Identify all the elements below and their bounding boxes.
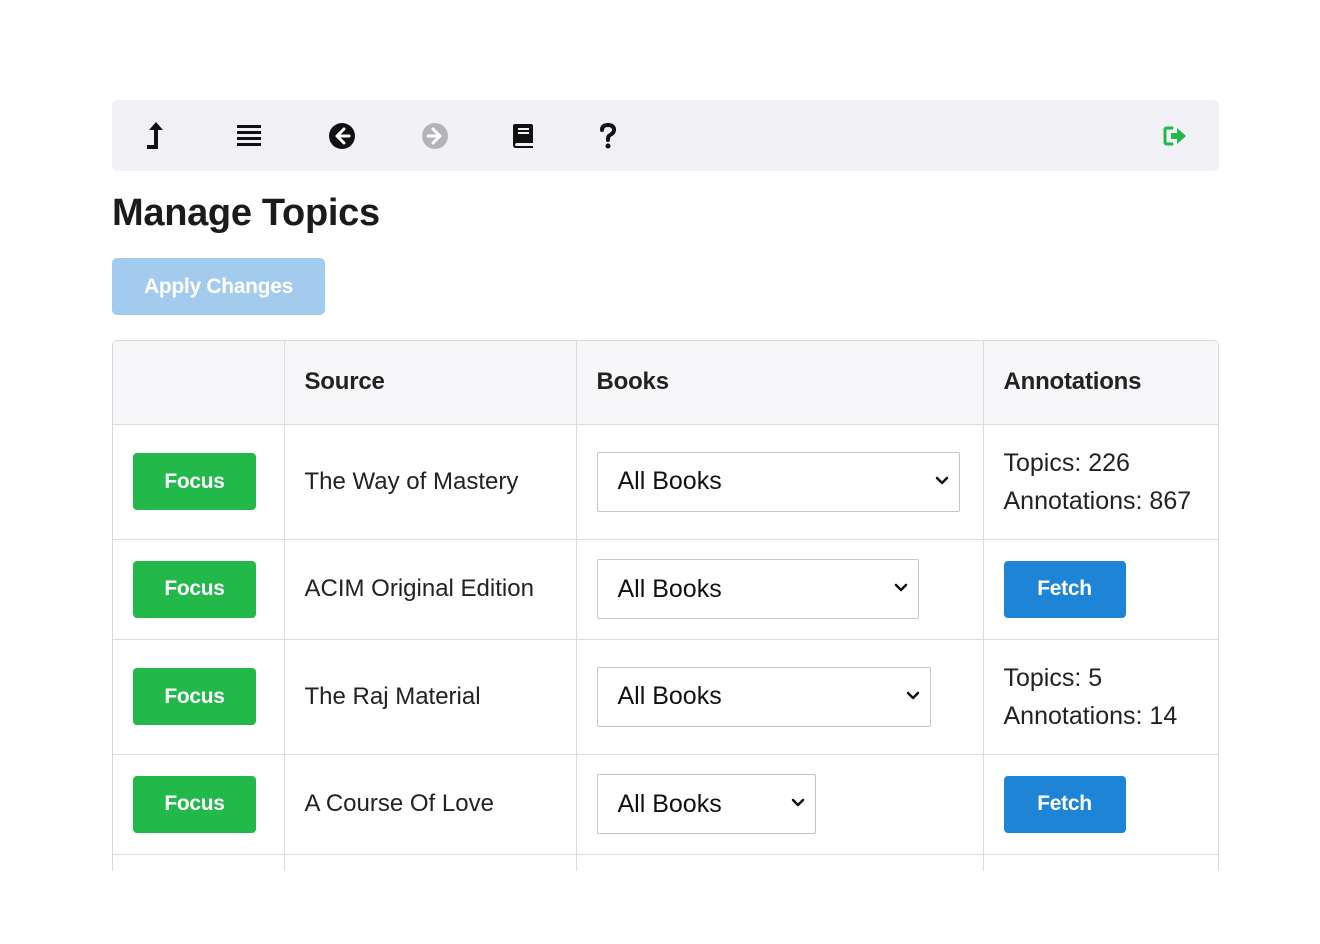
table-row: [113, 853, 1218, 871]
books-cell: All Books: [575, 423, 984, 540]
column-header-action: [113, 341, 285, 425]
books-select[interactable]: All Books: [596, 451, 960, 512]
books-cell: [575, 853, 984, 871]
list-button[interactable]: [227, 100, 271, 171]
annotations-cell: Fetch: [982, 753, 1218, 855]
list-icon: [237, 124, 261, 146]
annotations-cell: Topics: 226 Annotations: 867: [982, 423, 1218, 540]
books-select[interactable]: All Books: [596, 559, 919, 619]
topics-count: Topics: 226: [1003, 448, 1130, 477]
annotations-count: Annotations: 14: [1003, 701, 1178, 730]
forward-arrow-icon: [422, 122, 448, 149]
annotations-cell: [982, 853, 1218, 871]
table-header-row: Source Books Annotations: [113, 341, 1218, 425]
books-select-value: All Books: [617, 789, 722, 818]
books-select[interactable]: All Books: [596, 774, 816, 834]
column-header-books: Books: [575, 341, 984, 425]
source-cell: ACIM Original Edition: [283, 538, 577, 640]
sign-out-button[interactable]: [1153, 100, 1197, 171]
topics-count: Topics: 5: [1003, 663, 1103, 692]
forward-button[interactable]: [413, 100, 457, 171]
focus-button[interactable]: Focus: [133, 668, 256, 725]
source-cell: The Way of Mastery: [283, 423, 577, 540]
sign-out-icon: [1163, 126, 1186, 145]
apply-changes-button[interactable]: Apply Changes: [112, 258, 325, 315]
back-button[interactable]: [320, 100, 364, 171]
column-header-annotations: Annotations: [982, 341, 1218, 425]
help-button[interactable]: [586, 100, 630, 171]
table-row: Focus A Course Of Love All Books Fetch: [113, 753, 1218, 855]
fetch-button[interactable]: Fetch: [1003, 775, 1126, 833]
table-row: Focus The Way of Mastery All Books Topic…: [113, 423, 1218, 540]
chevron-down-icon: [935, 476, 948, 484]
chevron-down-icon: [906, 691, 919, 699]
books-select-value: All Books: [617, 682, 722, 710]
action-cell: Focus: [113, 423, 285, 540]
toolbar: [112, 100, 1219, 171]
page-title: Manage Topics: [112, 192, 380, 234]
topics-table: Source Books Annotations Focus The Way o…: [112, 340, 1219, 871]
annotations-count: Annotations: 867: [1003, 486, 1192, 515]
table-row: Focus The Raj Material All Books Topics:…: [113, 638, 1218, 755]
books-select-value: All Books: [617, 574, 722, 603]
action-cell: [113, 853, 285, 871]
table-row: Focus ACIM Original Edition All Books Fe…: [113, 538, 1218, 640]
focus-button[interactable]: Focus: [133, 560, 256, 618]
column-header-source: Source: [283, 341, 577, 425]
annotations-cell: Topics: 5 Annotations: 14: [982, 638, 1218, 755]
books-select-value: All Books: [617, 467, 722, 495]
books-select[interactable]: All Books: [596, 666, 931, 727]
action-cell: Focus: [113, 753, 285, 855]
books-cell: All Books: [575, 753, 984, 855]
focus-button[interactable]: Focus: [133, 775, 256, 833]
page: Manage Topics Apply Changes Source Books…: [112, 100, 1219, 871]
chevron-down-icon: [894, 583, 907, 592]
source-cell: The Raj Material: [283, 638, 577, 755]
source-cell: [283, 853, 577, 871]
chevron-down-icon: [791, 798, 804, 807]
help-icon: [600, 122, 617, 148]
action-cell: Focus: [113, 638, 285, 755]
up-button[interactable]: [134, 100, 178, 171]
book-button[interactable]: [501, 100, 545, 171]
book-icon: [513, 123, 533, 148]
books-cell: All Books: [575, 638, 984, 755]
focus-button[interactable]: Focus: [133, 453, 256, 510]
back-arrow-icon: [329, 122, 355, 149]
annotations-cell: Fetch: [982, 538, 1218, 640]
source-cell: A Course Of Love: [283, 753, 577, 855]
up-arrow-icon: [147, 121, 163, 149]
fetch-button[interactable]: Fetch: [1003, 560, 1126, 618]
action-cell: Focus: [113, 538, 285, 640]
books-cell: All Books: [575, 538, 984, 640]
